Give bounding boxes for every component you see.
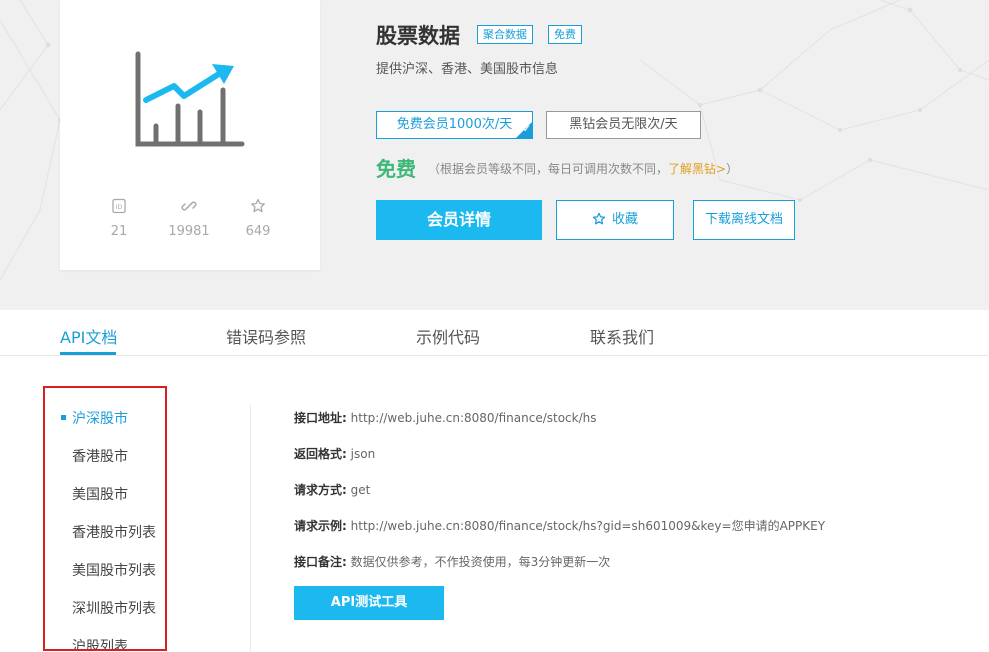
plan-vip-label: 黑钻会员无限次/天 — [569, 117, 678, 132]
product-description: 提供沪深、香港、美国股市信息 — [376, 62, 559, 77]
sidebar-item-us-list[interactable]: 美国股市列表 — [72, 560, 156, 580]
stat-links-value: 19981 — [168, 224, 210, 239]
active-tab-indicator — [60, 352, 116, 355]
api-sidebar: 沪深股市 香港股市 美国股市 香港股市列表 美国股市列表 深圳股市列表 沪股列表 — [43, 386, 167, 651]
product-card: ID 21 19981 649 — [60, 0, 320, 270]
link-icon — [181, 201, 197, 211]
detail-note: 接口备注: 数据仅供参考，不作投资使用，每3分钟更新一次 — [294, 553, 610, 570]
detail-url-value: http://web.juhe.cn:8080/finance/stock/hs — [350, 411, 597, 425]
stat-links: 19981 — [159, 198, 219, 239]
detail-format-label: 返回格式: — [294, 447, 347, 461]
page-title: 股票数据 — [376, 24, 460, 48]
plan-free-label: 免费会员1000次/天 — [396, 117, 513, 132]
detail-format-value: json — [350, 447, 376, 461]
detail-note-value: 数据仅供参考，不作投资使用，每3分钟更新一次 — [350, 555, 611, 569]
price-note: （根据会员等级不同，每日可调用次数不同，了解黑钻>） — [428, 160, 738, 177]
api-test-tool-button[interactable]: API测试工具 — [294, 586, 444, 620]
content-divider — [250, 405, 251, 652]
sidebar-item-hk-list[interactable]: 香港股市列表 — [72, 522, 156, 542]
stat-favorites: 649 — [228, 198, 288, 239]
detail-example: 请求示例: http://web.juhe.cn:8080/finance/st… — [294, 517, 825, 534]
sidebar-item-us-market[interactable]: 美国股市 — [72, 484, 128, 504]
favorite-button[interactable]: 收藏 — [556, 200, 674, 240]
plan-vip-option[interactable]: 黑钻会员无限次/天 — [546, 111, 701, 139]
tab-api-doc[interactable]: API文档 — [60, 324, 117, 348]
stock-chart-icon — [135, 51, 245, 147]
price-note-end: ） — [726, 162, 739, 176]
sidebar-item-hs-market[interactable]: 沪深股市 — [61, 408, 128, 428]
stat-favorites-value: 649 — [245, 224, 271, 239]
tab-error-codes[interactable]: 错误码参照 — [226, 324, 306, 348]
product-hero: ID 21 19981 649 股票数据 聚合数据 免费 提供沪深、香港、美国股… — [0, 0, 989, 310]
star-icon — [251, 198, 265, 213]
detail-url-label: 接口地址: — [294, 411, 347, 425]
learn-vip-link[interactable]: 了解黑钻> — [668, 162, 726, 176]
detail-method-value: get — [350, 483, 371, 497]
svg-text:ID: ID — [116, 204, 123, 211]
download-doc-button[interactable]: 下载离线文档 — [693, 200, 795, 240]
price-note-text: （根据会员等级不同，每日可调用次数不同， — [428, 162, 669, 176]
doc-tabs: API文档 错误码参照 示例代码 联系我们 — [0, 310, 989, 356]
favorite-label: 收藏 — [611, 212, 638, 227]
star-icon — [592, 212, 606, 225]
detail-example-value: http://web.juhe.cn:8080/finance/stock/hs… — [350, 519, 826, 533]
tag-free: 免费 — [548, 25, 582, 44]
stat-id: ID 21 — [89, 198, 149, 239]
sidebar-item-sh-list[interactable]: 沪股列表 — [72, 636, 128, 649]
detail-format: 返回格式: json — [294, 445, 375, 462]
member-detail-button[interactable]: 会员详情 — [376, 200, 542, 240]
detail-method-label: 请求方式: — [294, 483, 347, 497]
sidebar-item-hk-market[interactable]: 香港股市 — [72, 446, 128, 466]
detail-example-label: 请求示例: — [294, 519, 347, 533]
detail-note-label: 接口备注: — [294, 555, 347, 569]
plan-free-option[interactable]: 免费会员1000次/天 ✓ — [376, 111, 533, 139]
detail-method: 请求方式: get — [294, 481, 370, 498]
sidebar-item-sz-list[interactable]: 深圳股市列表 — [72, 598, 156, 618]
tab-sample-code[interactable]: 示例代码 — [416, 324, 480, 348]
stat-id-value: 21 — [110, 224, 128, 239]
id-card-icon: ID — [112, 198, 126, 214]
price-label: 免费 — [376, 157, 416, 181]
check-icon: ✓ — [522, 124, 531, 135]
tag-aggregated-data: 聚合数据 — [477, 25, 533, 44]
tab-contact-us[interactable]: 联系我们 — [590, 324, 654, 348]
detail-url: 接口地址: http://web.juhe.cn:8080/finance/st… — [294, 409, 597, 426]
